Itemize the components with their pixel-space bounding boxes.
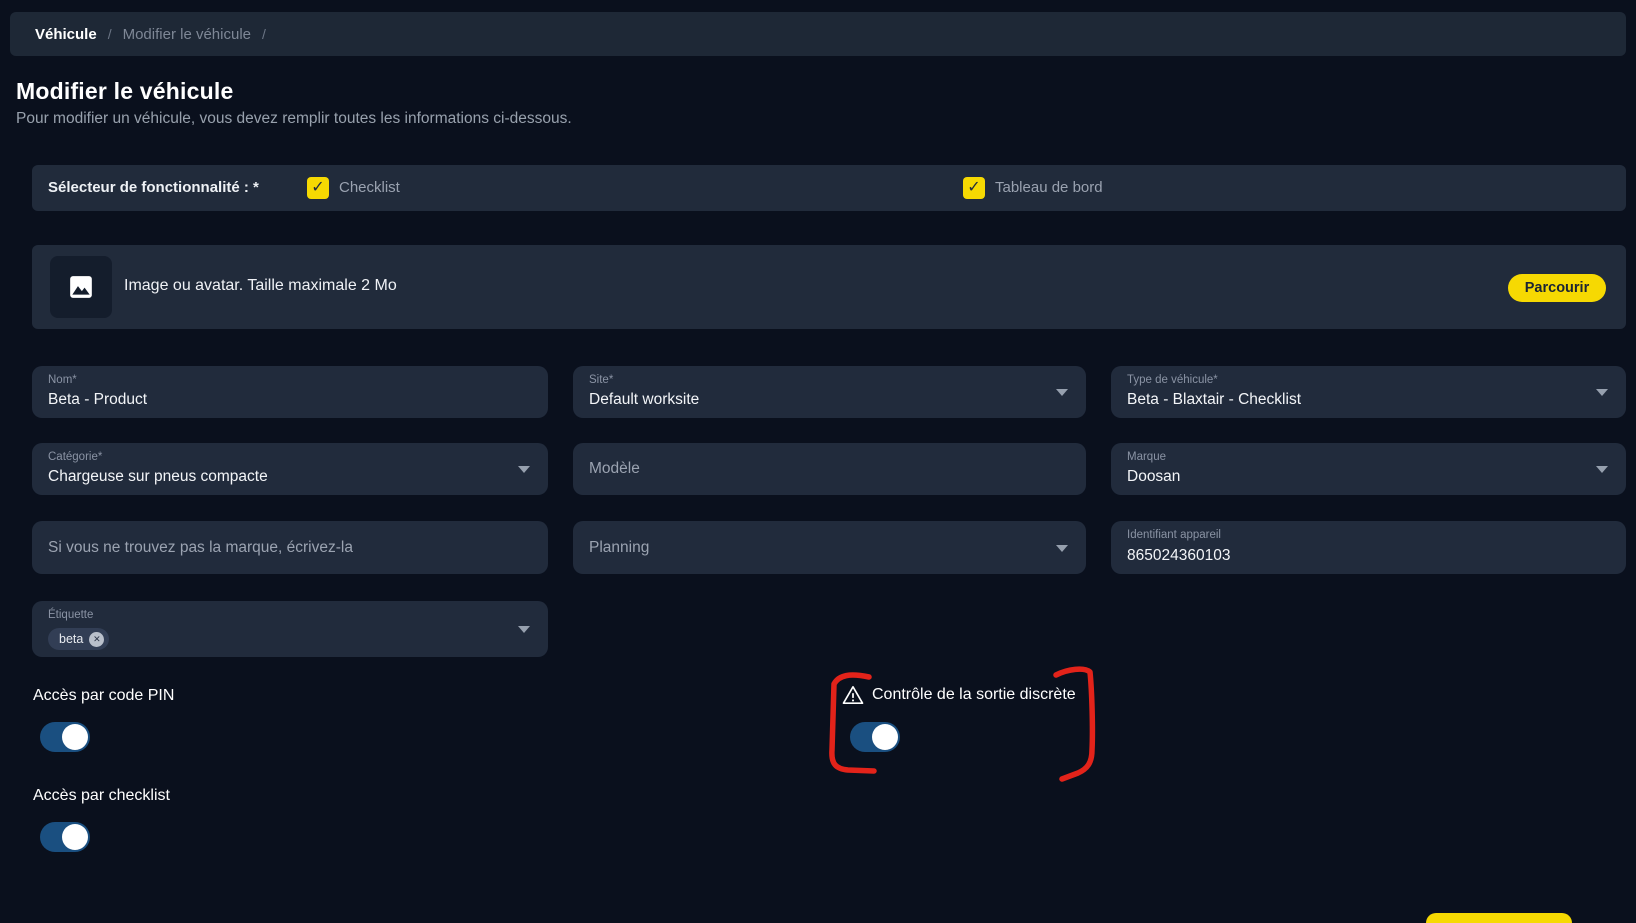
input-identifiant-appareil[interactable]: Identifiant appareil 865024360103 <box>1111 521 1626 574</box>
image-upload-bar: Image ou avatar. Taille maximale 2 Mo Pa… <box>32 245 1626 329</box>
upload-hint-text: Image ou avatar. Taille maximale 2 Mo <box>124 277 397 295</box>
page-title: Modifier le véhicule <box>16 78 233 105</box>
toggle-checklist-label: Accès par checklist <box>33 787 170 805</box>
breadcrumb-separator: / <box>108 26 112 42</box>
tag-chip-beta: beta ✕ <box>48 628 109 650</box>
input-modele[interactable]: Modèle <box>573 443 1086 495</box>
field-value: Chargeuse sur pneus compacte <box>48 468 268 486</box>
field-label: Type de véhicule* <box>1127 374 1218 386</box>
field-value: Default worksite <box>589 391 699 409</box>
breadcrumb-item-modifier[interactable]: Modifier le véhicule <box>123 26 251 43</box>
toggle-sortie-label: Contrôle de la sortie discrète <box>872 686 1076 704</box>
feature-selector-label: Sélecteur de fonctionnalité : * <box>48 179 259 196</box>
field-label: Catégorie* <box>48 451 102 463</box>
toggle-checklist[interactable] <box>40 822 90 852</box>
breadcrumb: Véhicule / Modifier le véhicule / <box>10 12 1626 56</box>
breadcrumb-item-vehicule[interactable]: Véhicule <box>35 26 97 43</box>
select-planning[interactable]: Planning <box>573 521 1086 574</box>
image-placeholder[interactable] <box>50 256 112 318</box>
select-etiquette[interactable]: Étiquette beta ✕ <box>32 601 548 657</box>
checkbox-checklist-label[interactable]: Checklist <box>339 179 400 196</box>
chevron-down-icon <box>1596 466 1608 473</box>
toggle-pin[interactable] <box>40 722 90 752</box>
toggle-sortie-discrete[interactable] <box>850 722 900 752</box>
check-icon: ✓ <box>967 179 980 196</box>
chevron-down-icon <box>1056 545 1068 552</box>
field-label: Marque <box>1127 451 1166 463</box>
input-nom[interactable]: Nom* Beta - Product <box>32 366 548 418</box>
chevron-down-icon <box>1056 389 1068 396</box>
select-categorie[interactable]: Catégorie* Chargeuse sur pneus compacte <box>32 443 548 495</box>
select-type-vehicule[interactable]: Type de véhicule* Beta - Blaxtair - Chec… <box>1111 366 1626 418</box>
select-marque[interactable]: Marque Doosan <box>1111 443 1626 495</box>
tag-chip-label: beta <box>59 632 83 646</box>
select-site[interactable]: Site* Default worksite <box>573 366 1086 418</box>
image-icon <box>68 274 94 300</box>
toggle-knob <box>62 824 88 850</box>
field-value: Doosan <box>1127 468 1180 486</box>
checkbox-checklist[interactable]: ✓ <box>307 177 329 199</box>
toggle-pin-label: Accès par code PIN <box>33 687 174 705</box>
field-placeholder: Modèle <box>589 460 640 478</box>
page-subtitle: Pour modifier un véhicule, vous devez re… <box>16 110 572 128</box>
field-label: Site* <box>589 374 613 386</box>
field-value: 865024360103 <box>1127 547 1230 565</box>
browse-button[interactable]: Parcourir <box>1508 274 1606 302</box>
field-value: Beta - Product <box>48 391 147 409</box>
chevron-down-icon <box>518 626 530 633</box>
toggle-knob <box>872 724 898 750</box>
toggle-sortie-label-group: Contrôle de la sortie discrète <box>842 685 1076 705</box>
field-label: Nom* <box>48 374 77 386</box>
field-value: Beta - Blaxtair - Checklist <box>1127 391 1301 409</box>
chevron-down-icon <box>1596 389 1608 396</box>
input-marque-libre[interactable]: Si vous ne trouvez pas la marque, écrive… <box>32 521 548 574</box>
warning-icon <box>842 685 864 705</box>
field-label: Identifiant appareil <box>1127 529 1221 541</box>
toggle-knob <box>62 724 88 750</box>
checkbox-tableau-de-bord[interactable]: ✓ <box>963 177 985 199</box>
check-icon: ✓ <box>311 179 324 196</box>
field-placeholder: Planning <box>589 539 649 557</box>
checkbox-tableau-de-bord-label[interactable]: Tableau de bord <box>995 179 1103 196</box>
field-label: Étiquette <box>48 609 93 621</box>
breadcrumb-separator: / <box>262 26 266 42</box>
bottom-button-partial[interactable] <box>1426 913 1572 923</box>
browse-button-label: Parcourir <box>1525 280 1589 296</box>
feature-selector-bar: Sélecteur de fonctionnalité : * ✓ Checkl… <box>32 165 1626 211</box>
chip-remove-icon[interactable]: ✕ <box>89 632 104 647</box>
chevron-down-icon <box>518 466 530 473</box>
field-placeholder: Si vous ne trouvez pas la marque, écrive… <box>48 539 353 557</box>
